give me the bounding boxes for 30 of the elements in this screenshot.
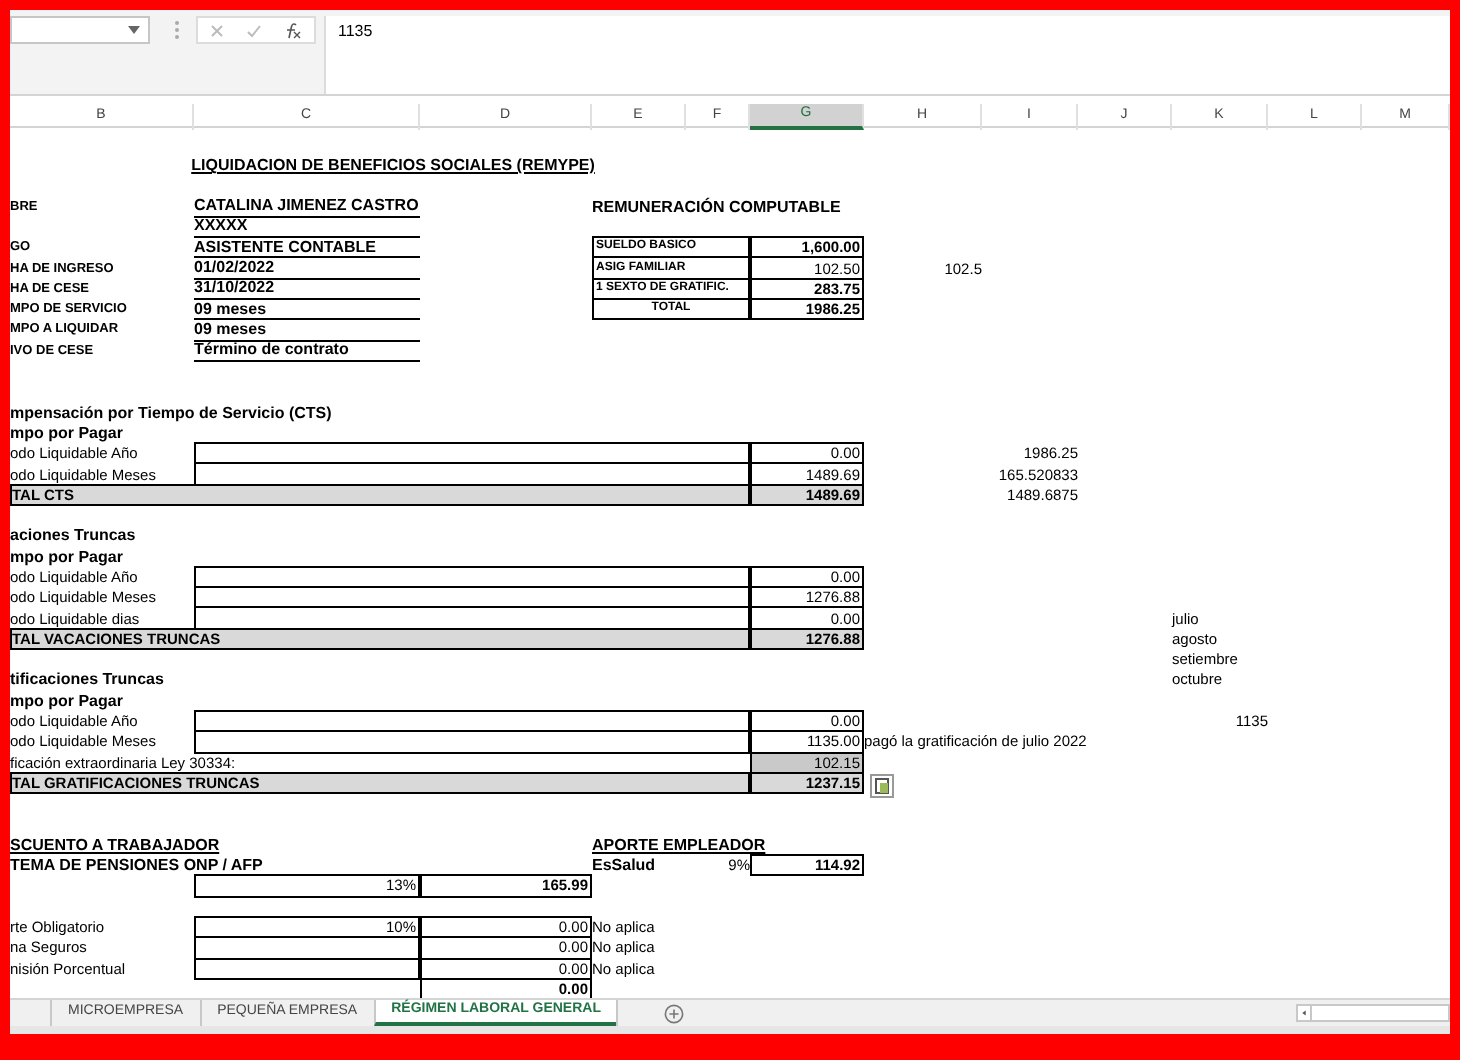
section-heading: tificaciones Truncas — [10, 668, 166, 692]
section-heading: mpo por Pagar — [10, 689, 125, 712]
field-value: CATALINA JIMENEZ CASTRO — [194, 195, 420, 218]
field-value: 01/02/2022 — [194, 256, 420, 280]
function-icon[interactable] — [284, 21, 303, 39]
section-heading: mpo por Pagar — [10, 545, 125, 568]
section-heading: TEMA DE PENSIONES ONP / AFP — [10, 854, 265, 877]
sheet-title: LIQUIDACION DE BENEFICIOS SOCIALES (REMYPE) — [194, 154, 592, 177]
section-heading: APORTE EMPLEADOR — [592, 833, 768, 857]
check-icon[interactable] — [245, 23, 262, 37]
section-heading: aciones Truncas — [10, 524, 138, 548]
field-value: Término de contrato — [194, 339, 420, 362]
field-value: XXXXX — [194, 215, 420, 239]
add-sheet-icon[interactable] — [664, 1003, 685, 1024]
section-heading: REMUNERACIÓN COMPUTABLE — [592, 195, 843, 218]
section-heading: mpensación por Tiempo de Servicio (CTS) — [10, 401, 334, 424]
section-heading: SCUENTO A TRABAJADOR — [10, 833, 222, 857]
field-value: 09 meses — [194, 298, 420, 321]
horizontal-scrollbar[interactable] — [1296, 1004, 1450, 1023]
grip-dots-icon — [174, 20, 180, 40]
dropdown-caret-icon — [128, 26, 140, 34]
section-heading: mpo por Pagar — [10, 422, 125, 445]
formula-bar[interactable]: 1135 — [324, 16, 1450, 94]
scroll-left-icon[interactable] — [1298, 1006, 1312, 1021]
field-value: 09 meses — [194, 318, 420, 342]
paste-options-icon[interactable] — [870, 773, 894, 798]
section-heading: EsSalud — [592, 854, 658, 877]
field-value: ASISTENTE CONTABLE — [194, 236, 420, 259]
cancel-icon[interactable] — [209, 23, 224, 37]
field-value: 31/10/2022 — [194, 277, 420, 300]
